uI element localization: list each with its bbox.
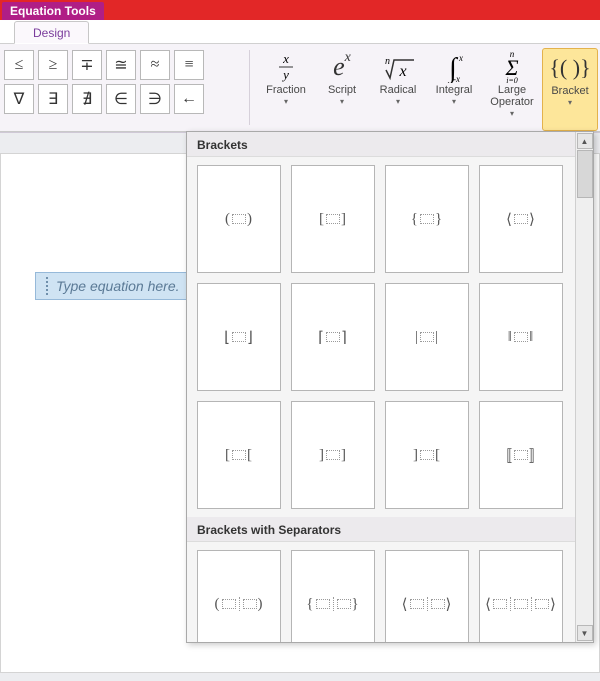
bracket-gallery-dropdown: Brackets ()[]{}⟨⟩⌊⌋⌈⌉||‖‖[[]]][〚〛 Bracke…: [186, 131, 594, 643]
gallery-grid-brackets-sep: (){}⟨⟩⟨⟩: [187, 542, 575, 642]
integral-button[interactable]: ∫x-x Integral ▾: [426, 48, 482, 131]
bracket-label: Bracket: [551, 85, 588, 97]
bracket-icon: {( )}: [549, 51, 590, 85]
svg-text:y: y: [281, 67, 289, 82]
dropdown-caret-icon: ▾: [510, 109, 514, 118]
bracket-template[interactable]: ]]: [291, 401, 375, 509]
bracket-template[interactable]: {}: [291, 550, 375, 642]
fraction-label: Fraction: [266, 84, 306, 96]
equation-placeholder-box[interactable]: Type equation here.: [35, 272, 187, 300]
bracket-template[interactable]: ||: [385, 283, 469, 391]
bracket-template[interactable]: ⟨⟩: [479, 165, 563, 273]
fraction-button[interactable]: xy Fraction ▾: [258, 48, 314, 131]
structures-group: xy Fraction ▾ ex Script ▾ nx Radical ▾ ∫…: [256, 44, 600, 131]
symbol-∄[interactable]: ∄: [72, 84, 102, 114]
group-separator: [249, 50, 250, 125]
bracket-template[interactable]: []: [291, 165, 375, 273]
bracket-template[interactable]: ⌊⌋: [197, 283, 281, 391]
symbol-∈[interactable]: ∈: [106, 84, 136, 114]
ribbon-tab-row: Design: [0, 20, 600, 44]
svg-text:i=0: i=0: [506, 76, 518, 84]
bracket-template[interactable]: {}: [385, 165, 469, 273]
symbol-≥[interactable]: ≥: [38, 50, 68, 80]
radical-label: Radical: [380, 84, 417, 96]
symbol-≤[interactable]: ≤: [4, 50, 34, 80]
symbols-group: ≤≥∓≅≈≡ ∇∃∄∈∋←: [0, 44, 243, 131]
fraction-icon: xy: [273, 50, 299, 84]
svg-text:n: n: [385, 56, 390, 67]
equation-handle-icon[interactable]: [46, 277, 52, 295]
scroll-thumb[interactable]: [577, 150, 593, 198]
scroll-track[interactable]: [577, 150, 593, 624]
symbol-∋[interactable]: ∋: [140, 84, 170, 114]
scroll-down-button[interactable]: ▼: [577, 625, 593, 641]
dropdown-caret-icon: ▾: [396, 97, 400, 106]
contextual-title-bar: Equation Tools: [0, 0, 600, 20]
bracket-template[interactable]: ⌈⌉: [291, 283, 375, 391]
equation-tools-context-tab: Equation Tools: [2, 2, 104, 20]
svg-text:x: x: [458, 53, 463, 63]
dropdown-caret-icon: ▾: [568, 98, 572, 107]
bracket-template[interactable]: [[: [197, 401, 281, 509]
radical-button[interactable]: nx Radical ▾: [370, 48, 426, 131]
ribbon: ≤≥∓≅≈≡ ∇∃∄∈∋← xy Fraction ▾ ex Script ▾ …: [0, 44, 600, 132]
symbol-←[interactable]: ←: [174, 84, 204, 114]
symbol-∇[interactable]: ∇: [4, 84, 34, 114]
bracket-template[interactable]: ‖‖: [479, 283, 563, 391]
symbol-∓[interactable]: ∓: [72, 50, 102, 80]
dropdown-caret-icon: ▾: [452, 97, 456, 106]
dropdown-caret-icon: ▾: [284, 97, 288, 106]
svg-text:x: x: [398, 63, 406, 80]
script-button[interactable]: ex Script ▾: [314, 48, 370, 131]
gallery-section-brackets: Brackets: [187, 132, 575, 157]
symbol-≈[interactable]: ≈: [140, 50, 170, 80]
bracket-template[interactable]: 〚〛: [479, 401, 563, 509]
scroll-up-button[interactable]: ▲: [577, 133, 593, 149]
symbol-≅[interactable]: ≅: [106, 50, 136, 80]
gallery-grid-brackets: ()[]{}⟨⟩ ⌊⌋⌈⌉||‖‖ [[]]][〚〛: [187, 157, 575, 517]
gallery-scrollbar[interactable]: ▲ ▼: [575, 132, 593, 642]
symbol-≡[interactable]: ≡: [174, 50, 204, 80]
svg-text:-x: -x: [453, 74, 460, 83]
bracket-button[interactable]: {( )} Bracket ▾: [542, 48, 598, 131]
dropdown-caret-icon: ▾: [340, 97, 344, 106]
script-icon: ex: [333, 50, 351, 84]
gallery-body: Brackets ()[]{}⟨⟩⌊⌋⌈⌉||‖‖[[]]][〚〛 Bracke…: [187, 132, 575, 642]
bracket-template[interactable]: ⟨⟩: [479, 550, 563, 642]
bracket-template[interactable]: (): [197, 550, 281, 642]
bracket-template[interactable]: ⟨⟩: [385, 550, 469, 642]
large-operator-label: Large Operator: [490, 84, 533, 108]
bracket-template[interactable]: (): [197, 165, 281, 273]
script-label: Script: [328, 84, 356, 96]
svg-text:x: x: [282, 52, 289, 66]
bracket-template[interactable]: ][: [385, 401, 469, 509]
gallery-section-brackets-sep: Brackets with Separators: [187, 517, 575, 542]
equation-placeholder-text: Type equation here.: [56, 278, 180, 294]
large-operator-button[interactable]: nΣi=0 Large Operator ▾: [482, 48, 542, 131]
radical-icon: nx: [380, 50, 416, 84]
tab-design[interactable]: Design: [14, 21, 89, 44]
large-operator-icon: nΣi=0: [497, 50, 527, 84]
integral-icon: ∫x-x: [439, 50, 469, 84]
symbol-∃[interactable]: ∃: [38, 84, 68, 114]
integral-label: Integral: [436, 84, 473, 96]
